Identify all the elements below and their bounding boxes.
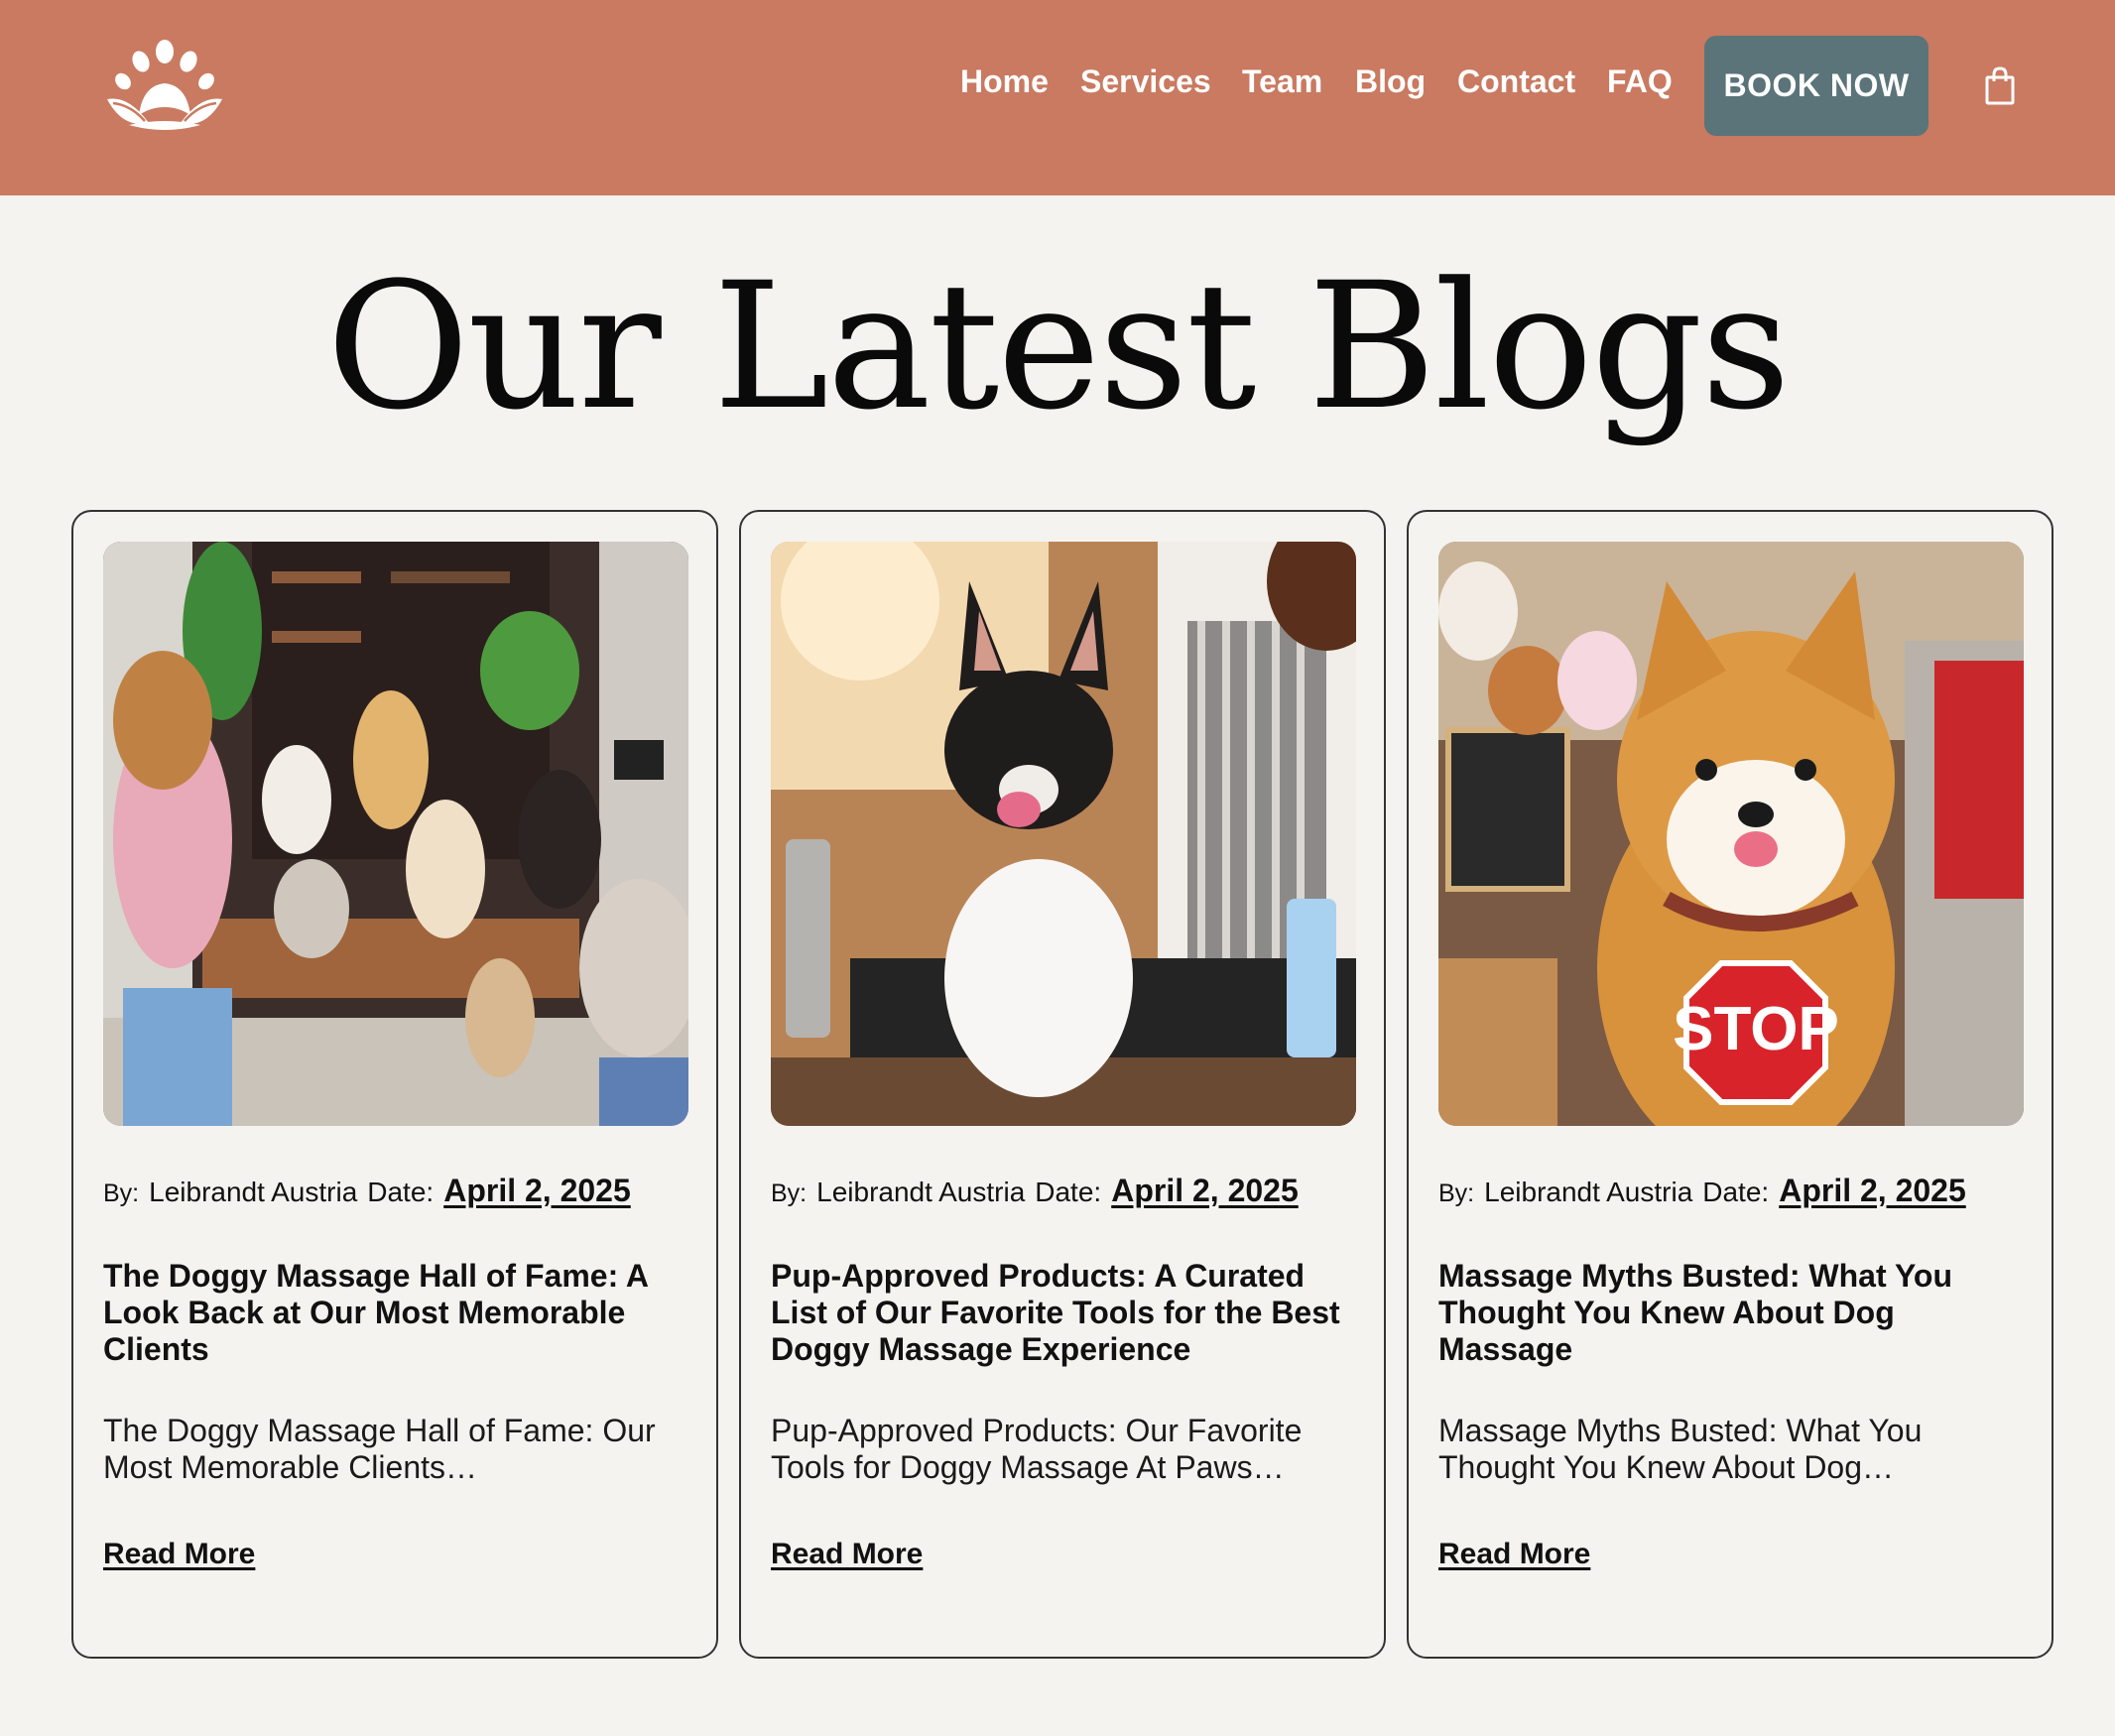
shopping-bag-icon[interactable] xyxy=(1984,65,2016,105)
post-excerpt: Massage Myths Busted: What You Thought Y… xyxy=(1438,1413,1923,1485)
nav-faq[interactable]: FAQ xyxy=(1607,63,1673,100)
by-label: By: xyxy=(771,1179,808,1207)
blog-card: By: Leibrandt Austria Date: April 2, 202… xyxy=(71,510,718,1659)
post-meta: By: Leibrandt Austria Date: April 2, 202… xyxy=(771,1173,1299,1209)
post-title[interactable]: The Doggy Massage Hall of Fame: A Look B… xyxy=(103,1258,698,1368)
read-more-link[interactable]: Read More xyxy=(771,1538,923,1571)
site-header: Home Services Team Blog Contact FAQ BOOK… xyxy=(0,0,2115,195)
svg-text:STOP: STOP xyxy=(1673,995,1839,1063)
dogs-photoshoot-image[interactable] xyxy=(103,542,688,1126)
author-name: Leibrandt Austria xyxy=(149,1177,358,1207)
nav-services[interactable]: Services xyxy=(1080,63,1211,100)
author-name: Leibrandt Austria xyxy=(1484,1177,1693,1207)
post-title[interactable]: Pup-Approved Products: A Curated List of… xyxy=(771,1258,1366,1368)
french-bulldog-grooming-image[interactable] xyxy=(771,542,1356,1126)
post-excerpt: The Doggy Massage Hall of Fame: Our Most… xyxy=(103,1413,656,1485)
post-meta: By: Leibrandt Austria Date: April 2, 202… xyxy=(1438,1173,1966,1209)
post-excerpt: Pup-Approved Products: Our Favorite Tool… xyxy=(771,1413,1303,1485)
date-label: Date: xyxy=(367,1177,435,1207)
nav-team[interactable]: Team xyxy=(1242,63,1322,100)
nav-home[interactable]: Home xyxy=(960,63,1049,100)
read-more-link[interactable]: Read More xyxy=(1438,1538,1590,1571)
nav-contact[interactable]: Contact xyxy=(1457,63,1575,100)
post-date-link[interactable]: April 2, 2025 xyxy=(1111,1173,1299,1209)
blog-card: STOP By: Leibrandt Austria Date: April 2… xyxy=(1407,510,2053,1659)
date-label: Date: xyxy=(1702,1177,1770,1207)
by-label: By: xyxy=(103,1179,140,1207)
paw-logo-icon[interactable] xyxy=(99,38,230,137)
by-label: By: xyxy=(1438,1179,1475,1207)
date-label: Date: xyxy=(1035,1177,1102,1207)
post-date-link[interactable]: April 2, 2025 xyxy=(443,1173,631,1209)
author-name: Leibrandt Austria xyxy=(816,1177,1026,1207)
post-date-link[interactable]: April 2, 2025 xyxy=(1779,1173,1966,1209)
shiba-stop-sign-image[interactable]: STOP xyxy=(1438,542,2024,1126)
post-meta: By: Leibrandt Austria Date: April 2, 202… xyxy=(103,1173,631,1209)
blog-card: By: Leibrandt Austria Date: April 2, 202… xyxy=(739,510,1386,1659)
nav-blog[interactable]: Blog xyxy=(1355,63,1426,100)
page-title: Our Latest Blogs xyxy=(326,245,1791,448)
book-now-button[interactable]: BOOK NOW xyxy=(1704,36,1928,136)
read-more-link[interactable]: Read More xyxy=(103,1538,255,1571)
post-title[interactable]: Massage Myths Busted: What You Thought Y… xyxy=(1438,1258,2034,1368)
